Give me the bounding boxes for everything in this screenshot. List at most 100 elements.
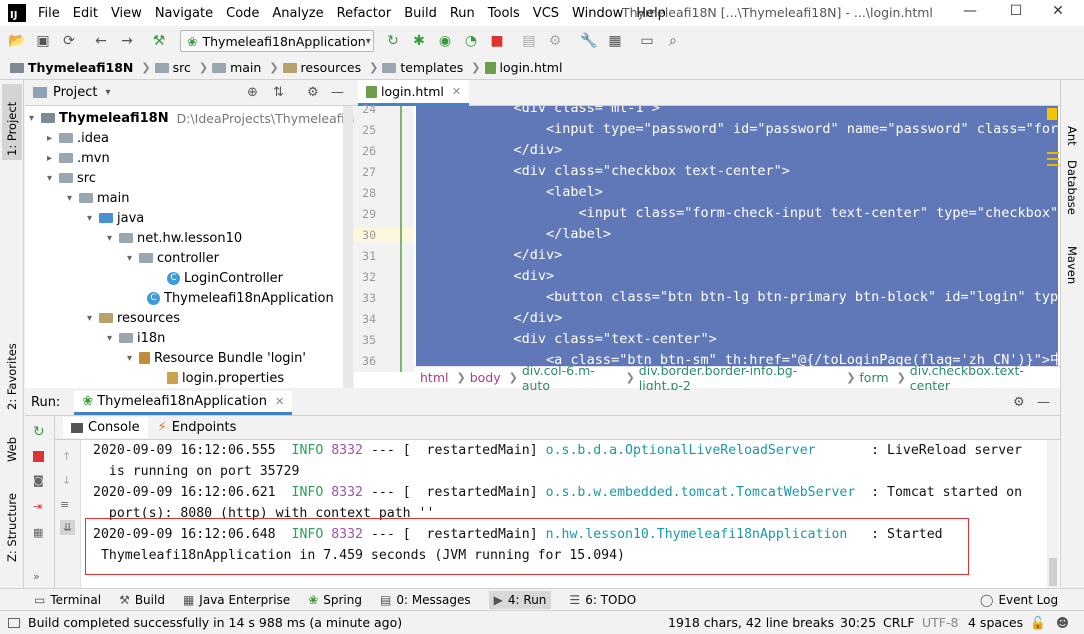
tab-todo[interactable]: ☰ 6: TODO [569, 593, 636, 607]
chevron-down-icon[interactable]: ▾ [105, 87, 110, 98]
console-scrollbar[interactable] [1047, 440, 1059, 588]
tab-console[interactable]: Console [63, 417, 148, 438]
tree-item-src[interactable]: ▾ src [47, 168, 96, 188]
menu-run[interactable]: Run [450, 6, 475, 21]
tree-item-idea[interactable]: ▸ .idea [47, 128, 109, 148]
gear-icon[interactable]: ⚙ [307, 85, 319, 100]
build-hammer-icon[interactable]: ⚒ [148, 30, 170, 52]
breadcrumb-project[interactable]: Thymeleafi18N [10, 60, 133, 75]
tasks-icon[interactable]: ⚙ [544, 30, 566, 52]
scroll-to-end-icon[interactable]: ⇊ [60, 520, 76, 535]
search-icon[interactable]: ⌕ [662, 30, 684, 52]
scrollbar-thumb[interactable] [1049, 558, 1057, 586]
rerun-icon[interactable]: ↻ [382, 30, 404, 52]
structure-stripe-button[interactable]: Z: Structure [5, 493, 19, 562]
maximize-button[interactable]: ☐ [1006, 3, 1026, 19]
crumb-body[interactable]: body [470, 370, 501, 385]
status-toggle-icon[interactable] [8, 617, 20, 628]
exit-icon[interactable]: ⇥ [33, 500, 42, 513]
stop-icon[interactable]: ■ [486, 30, 508, 52]
project-scrollbar[interactable] [343, 106, 353, 388]
tree-item-resource-bundle[interactable]: ▾ Resource Bundle 'login' [127, 348, 306, 368]
tree-item-controller[interactable]: ▾ controller [127, 248, 219, 268]
project-stripe-button[interactable]: 1: Project [2, 84, 22, 160]
rerun-icon[interactable]: ↻ [33, 424, 45, 440]
indent-setting[interactable]: 4 spaces [968, 615, 1023, 630]
tab-run[interactable]: ▶ 4: Run [488, 590, 552, 609]
terminal-icon[interactable]: ▭ [636, 30, 658, 52]
tab-spring[interactable]: ❀ Spring [308, 593, 362, 607]
database-stripe-button[interactable]: Database [1065, 160, 1079, 215]
menu-vcs[interactable]: VCS [533, 6, 559, 21]
close-tab-icon[interactable]: ✕ [452, 85, 461, 98]
tab-event-log[interactable]: ◯ Event Log [980, 593, 1058, 607]
tree-item-project-root[interactable]: ▾ Thymeleafi18N D:\IdeaProjects\Thymeleaf… [29, 108, 370, 128]
back-arrow-icon[interactable]: ← [90, 30, 112, 52]
sync-icon[interactable]: ⟳ [58, 30, 80, 52]
breadcrumb-resources[interactable]: resources [282, 60, 361, 75]
tab-terminal[interactable]: ▭ Terminal [34, 593, 101, 607]
tree-item-application[interactable]: C Thymeleafi18nApplication [147, 288, 334, 308]
tab-messages[interactable]: ▤ 0: Messages [380, 593, 471, 607]
coverage-icon[interactable]: ◉ [434, 30, 456, 52]
tab-java-enterprise[interactable]: ▦ Java Enterprise [183, 593, 290, 607]
file-encoding[interactable]: UTF-8 [922, 615, 958, 630]
ant-stripe-button[interactable]: Ant [1065, 126, 1079, 146]
breadcrumb-main[interactable]: main [212, 60, 261, 75]
crumb-html[interactable]: html [420, 370, 448, 385]
down-arrow-icon[interactable]: ↓ [62, 474, 71, 487]
tree-item-i18n[interactable]: ▾ i18n [107, 328, 165, 348]
tree-item-java[interactable]: ▾ java [87, 208, 144, 228]
save-icon[interactable]: ▣ [32, 30, 54, 52]
run-config-selector[interactable]: ❀ Thymeleafi18nApplication ▾ [180, 30, 374, 52]
menu-code[interactable]: Code [226, 6, 259, 21]
menu-view[interactable]: View [111, 6, 142, 21]
collapse-all-icon[interactable]: ⇅ [273, 85, 284, 100]
profile-icon[interactable]: ◔ [460, 30, 482, 52]
hide-icon[interactable]: — [331, 85, 344, 100]
tree-item-main[interactable]: ▾ main [67, 188, 129, 208]
crumb-div-col[interactable]: div.col-6.m-auto [522, 363, 618, 393]
tab-endpoints[interactable]: ⚡ Endpoints [158, 420, 237, 435]
lock-icon[interactable]: 🔓 [1030, 615, 1046, 631]
tree-item-logincontroller[interactable]: C LoginController [167, 268, 283, 288]
maven-stripe-button[interactable]: Maven [1065, 246, 1079, 284]
tree-item-package[interactable]: ▾ net.hw.lesson10 [107, 228, 242, 248]
soft-wrap-icon[interactable]: ≡ [60, 498, 69, 511]
menu-refactor[interactable]: Refactor [337, 6, 392, 21]
project-view-selector[interactable]: Project [53, 85, 97, 100]
menu-navigate[interactable]: Navigate [155, 6, 213, 21]
inspector-icon[interactable]: ☻ [1056, 615, 1069, 630]
hide-icon[interactable]: — [1037, 395, 1050, 410]
menu-file[interactable]: File [38, 6, 60, 21]
tree-item-resources[interactable]: ▾ resources [87, 308, 180, 328]
breadcrumb-templates[interactable]: templates [382, 60, 463, 75]
console-output[interactable]: 2020-09-09 16:12:06.555 INFO 8332 --- [ … [81, 440, 1047, 588]
line-separator[interactable]: CRLF [883, 615, 915, 630]
crumb-div-checkbox[interactable]: div.checkbox.text-center [910, 363, 1056, 393]
run-config-tab[interactable]: ❀ Thymeleafi18nApplication ✕ [74, 390, 293, 415]
crumb-div-border[interactable]: div.border.border-info.bg-light.p-2 [639, 363, 838, 393]
stop-icon[interactable] [33, 451, 44, 462]
menu-edit[interactable]: Edit [73, 6, 98, 21]
project-structure-icon[interactable]: ▦ [604, 30, 626, 52]
caret-position[interactable]: 30:25 [840, 615, 876, 630]
tree-item-login-properties[interactable]: login.properties [167, 368, 284, 388]
favorites-stripe-button[interactable]: 2: Favorites [5, 343, 19, 410]
close-tab-icon[interactable]: ✕ [275, 395, 284, 408]
status-message[interactable]: Build completed successfully in 14 s 988… [28, 615, 402, 630]
attach-icon[interactable]: ▤ [518, 30, 540, 52]
wrench-icon[interactable]: 🔧 [578, 30, 600, 52]
debug-bug-icon[interactable]: ✱ [408, 30, 430, 52]
menu-window[interactable]: Window [572, 6, 623, 21]
code-area[interactable]: <div class="mt-1"> <input type="password… [416, 106, 1058, 372]
camera-icon[interactable]: ◙ [33, 474, 44, 487]
web-stripe-button[interactable]: Web [5, 437, 19, 462]
crumb-form[interactable]: form [859, 370, 888, 385]
menu-tools[interactable]: Tools [488, 6, 520, 21]
locate-icon[interactable]: ⊕ [247, 85, 258, 100]
layout-icon[interactable]: ▦ [33, 526, 43, 539]
up-arrow-icon[interactable]: ↑ [62, 450, 71, 463]
more-icon[interactable]: » [33, 570, 40, 583]
open-folder-icon[interactable]: 📂 [6, 30, 28, 52]
